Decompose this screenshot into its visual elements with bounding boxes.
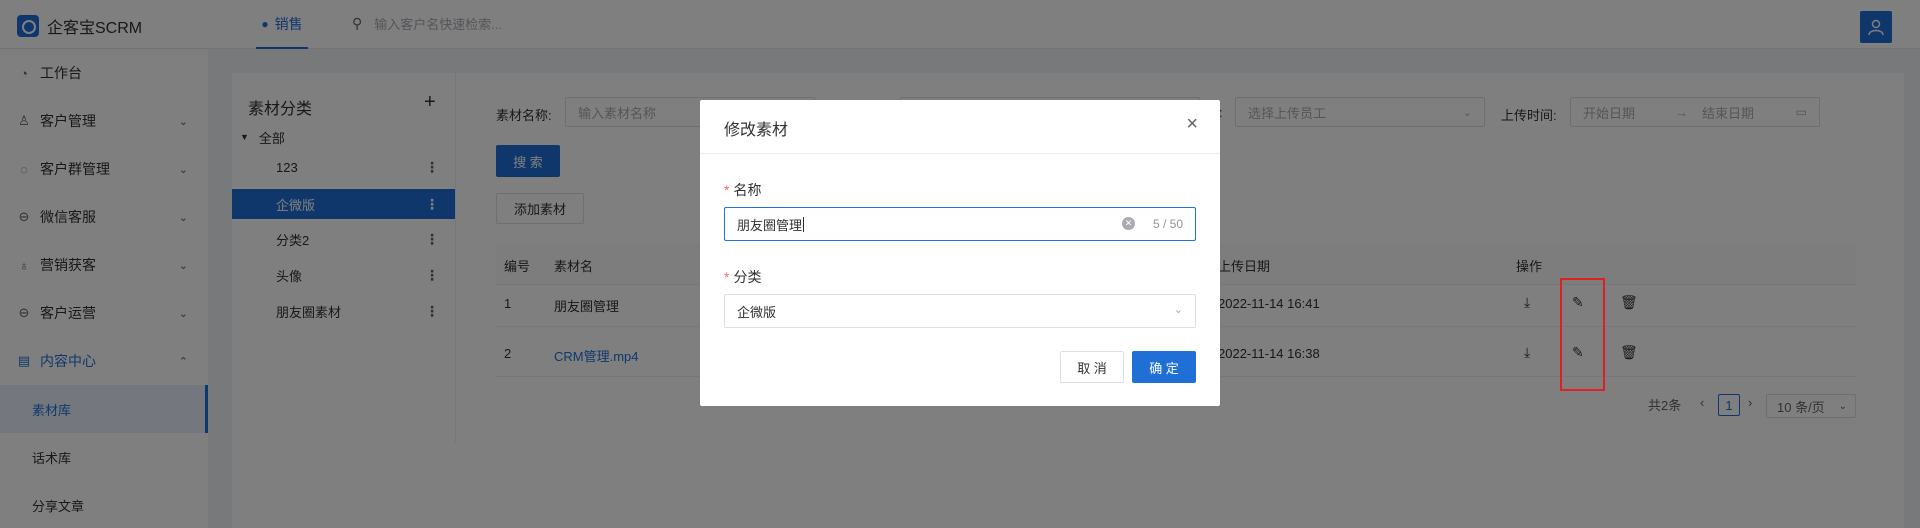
name-label-text: 名称 [733,182,762,198]
category-label-text: 分类 [733,269,762,285]
chevron-down-icon: ⌄ [1173,304,1183,316]
required-mark: * [724,182,730,198]
highlight-box [1560,278,1605,391]
confirm-button[interactable]: 确 定 [1132,351,1196,383]
edit-material-dialog: 修改素材 × * 名称 朋友圈管理 ✕ 5 / 50 * 分类 企微版 ⌄ 取 消 … [700,100,1220,406]
required-mark: * [724,269,730,285]
name-field-label: * 名称 [724,180,761,200]
clear-icon[interactable]: ✕ [1122,217,1135,230]
material-name-field[interactable]: 朋友圈管理 ✕ 5 / 50 [724,207,1196,241]
text-caret [803,216,805,232]
char-count: 5 / 50 [1152,217,1183,231]
dialog-header: 修改素材 × [700,100,1220,154]
material-name-value: 朋友圈管理 [737,217,803,233]
category-select-value: 企微版 [737,304,777,320]
dialog-title: 修改素材 [724,122,789,139]
cancel-button[interactable]: 取 消 [1060,351,1124,383]
category-select[interactable]: 企微版 ⌄ [724,294,1196,328]
close-icon[interactable]: × [1186,114,1198,134]
category-field-label: * 分类 [724,267,761,287]
